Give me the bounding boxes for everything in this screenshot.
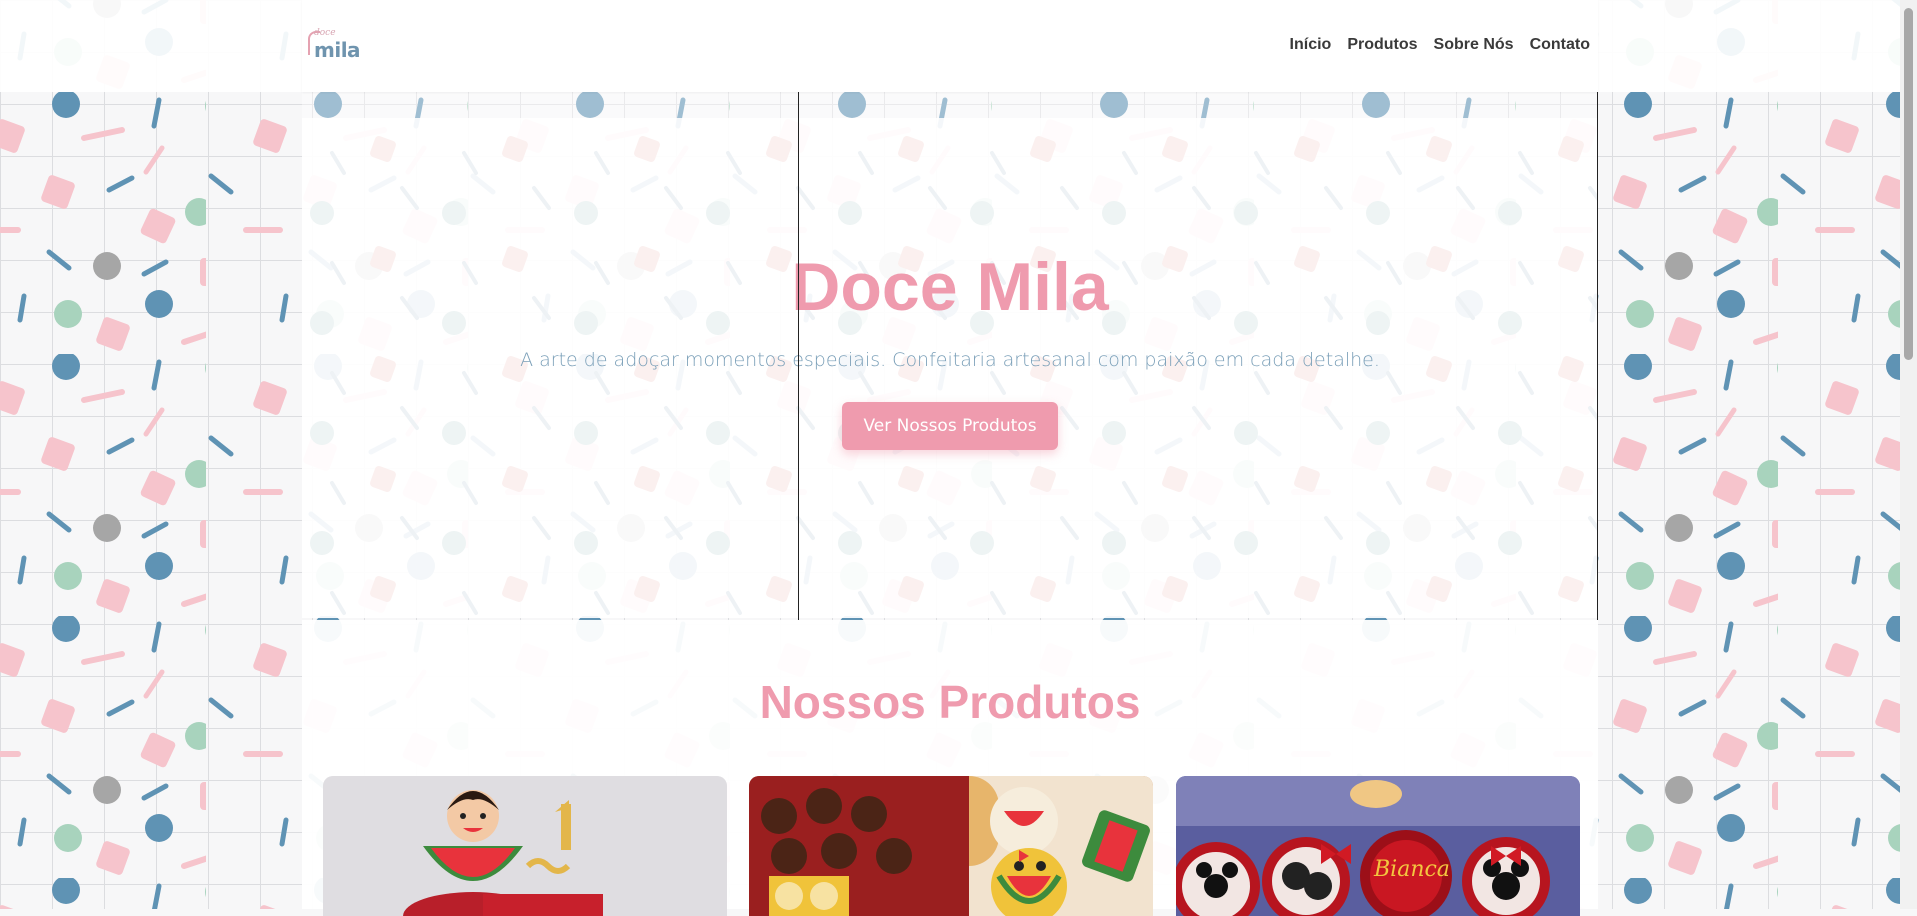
- product-card[interactable]: [749, 776, 1153, 916]
- hero-top-strip: [302, 92, 1598, 118]
- products-title: Nossos Produtos: [759, 676, 1141, 728]
- top-navbar: doce mila Início Produtos Sobre Nós Cont…: [302, 0, 1598, 92]
- nav-link-contato[interactable]: Contato: [1530, 36, 1590, 54]
- view-products-button[interactable]: Ver Nossos Produtos: [842, 402, 1058, 450]
- page-scrollbar[interactable]: [1900, 0, 1917, 909]
- svg-text:Bianca: Bianca: [1373, 857, 1450, 882]
- product-card[interactable]: Bianca: [1176, 776, 1580, 916]
- products-section: Nossos Produtos Bianca: [302, 620, 1598, 916]
- product-card[interactable]: [323, 776, 727, 916]
- nav-link-sobre-nos[interactable]: Sobre Nós: [1434, 36, 1514, 54]
- hero-divider-line: [798, 92, 799, 620]
- watermelon-baby-cake-photo: [323, 776, 727, 916]
- nav-link-produtos[interactable]: Produtos: [1347, 36, 1417, 54]
- brand-logo[interactable]: doce mila: [308, 28, 361, 62]
- hero-divider-line: [1597, 92, 1598, 620]
- logo-small-text: doce: [314, 28, 336, 38]
- minnie-bianca-cupcakes-photo: Bianca: [1176, 776, 1580, 916]
- hero-subtitle: A arte de adoçar momentos especiais. Con…: [520, 349, 1380, 371]
- scrollbar-thumb[interactable]: [1904, 8, 1913, 360]
- watermelon-cupcakes-photo: [749, 776, 1153, 916]
- hero-section: Doce Mila A arte de adoçar momentos espe…: [302, 118, 1598, 618]
- nav-links: Início Produtos Sobre Nós Contato: [1290, 36, 1590, 54]
- logo-main-text: mila: [314, 38, 361, 62]
- nav-link-inicio[interactable]: Início: [1290, 36, 1332, 54]
- hero-title: Doce Mila: [791, 249, 1109, 325]
